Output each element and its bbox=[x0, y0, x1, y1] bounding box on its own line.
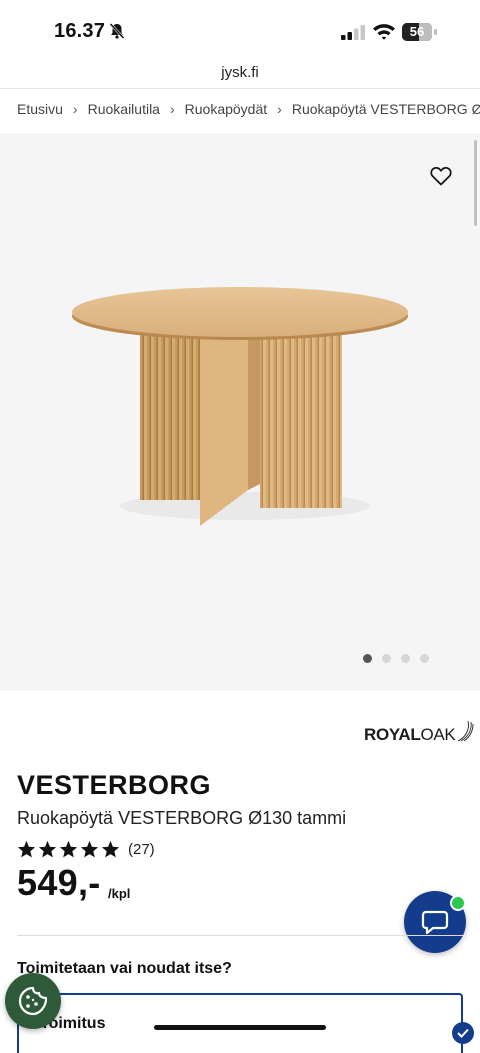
home-indicator[interactable] bbox=[154, 1025, 326, 1030]
product-subtitle: Ruokapöytä VESTERBORG Ø130 tammi bbox=[17, 808, 347, 828]
signal-icon bbox=[341, 25, 365, 40]
brand-logo[interactable]: ROYAL OAK bbox=[364, 720, 474, 750]
pagination-dot[interactable] bbox=[401, 654, 410, 663]
chevron-right-icon: › bbox=[169, 101, 175, 117]
product-rating[interactable]: (27) bbox=[17, 840, 155, 858]
product-price: 549,- bbox=[17, 862, 101, 903]
breadcrumb-home[interactable]: Etusivu bbox=[17, 101, 63, 117]
chevron-right-icon: › bbox=[72, 101, 78, 117]
online-status-badge bbox=[450, 895, 466, 911]
address-bar[interactable]: jysk.fi bbox=[0, 60, 480, 88]
cookie-settings-button[interactable] bbox=[5, 973, 61, 1029]
scrollbar[interactable] bbox=[474, 140, 477, 226]
star-icon bbox=[80, 840, 99, 858]
star-icon bbox=[101, 840, 120, 858]
brand-name-light: OAK bbox=[420, 725, 456, 744]
product-title: VESTERBORG bbox=[17, 770, 212, 800]
heart-icon[interactable] bbox=[430, 166, 452, 186]
battery-level: 56 bbox=[409, 24, 425, 39]
price-unit: /kpl bbox=[108, 886, 131, 901]
pagination-dot[interactable] bbox=[420, 654, 429, 663]
status-bar: 16.37 56 bbox=[0, 0, 480, 60]
wifi-icon bbox=[373, 24, 395, 40]
status-time: 16.37 bbox=[54, 20, 106, 42]
product-image[interactable] bbox=[60, 270, 420, 550]
brand-name-bold: ROYAL bbox=[364, 725, 421, 744]
breadcrumb-current: Ruokapöytä VESTERBORG Ø bbox=[291, 101, 480, 117]
breadcrumb-dining-area[interactable]: Ruokailutila bbox=[88, 101, 160, 117]
chevron-right-icon: › bbox=[277, 101, 282, 117]
gallery-pagination bbox=[363, 654, 429, 663]
rating-stars bbox=[17, 840, 120, 858]
chat-bubble-icon bbox=[421, 910, 449, 935]
star-icon bbox=[38, 840, 57, 858]
brand-swoosh-icon bbox=[458, 720, 474, 742]
header-divider bbox=[0, 88, 480, 89]
checkmark-icon bbox=[452, 1022, 474, 1044]
delivery-question: Toimitetaan vai noudat itse? bbox=[17, 960, 232, 977]
pagination-dot[interactable] bbox=[363, 654, 372, 663]
star-icon bbox=[59, 840, 78, 858]
pagination-dot[interactable] bbox=[382, 654, 391, 663]
breadcrumb-dining-tables[interactable]: Ruokapöydät bbox=[185, 101, 268, 117]
breadcrumb: Etusivu › Ruokailutila › Ruokapöydät › R… bbox=[17, 100, 480, 118]
review-count[interactable]: (27) bbox=[128, 841, 155, 858]
star-icon bbox=[17, 840, 36, 858]
bell-slash-icon bbox=[109, 23, 125, 39]
battery-icon: 56 bbox=[402, 23, 438, 41]
cookie-icon bbox=[18, 986, 48, 1016]
section-divider bbox=[17, 935, 463, 936]
